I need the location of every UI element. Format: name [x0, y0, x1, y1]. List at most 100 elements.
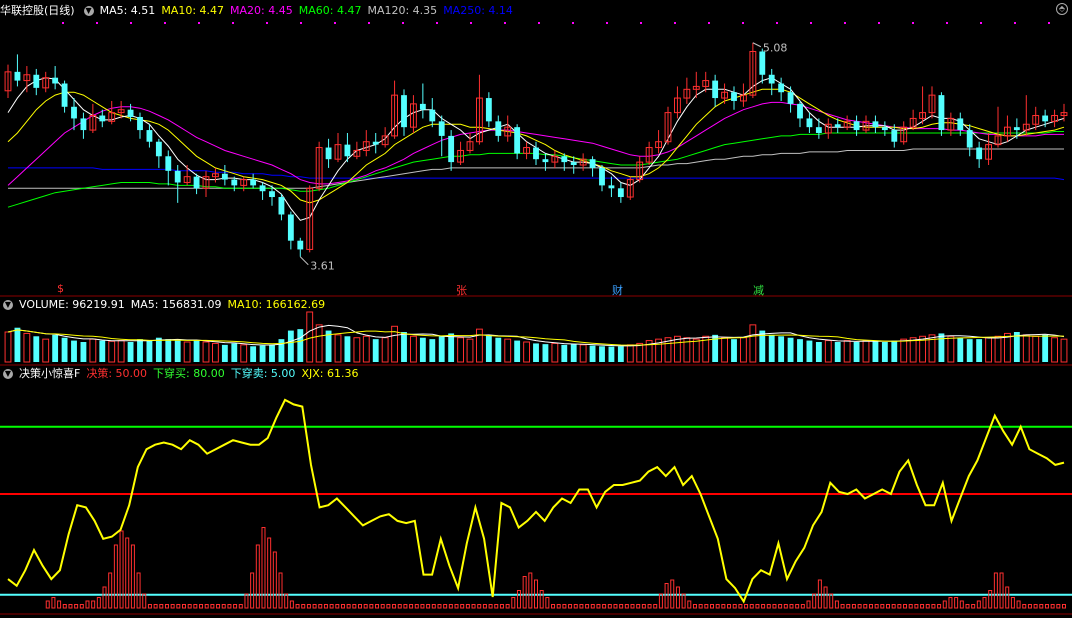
- indicator-bar: [602, 604, 607, 609]
- volume-bar: [768, 334, 775, 362]
- indicator-bar: [74, 604, 79, 609]
- indicator-bar: [414, 604, 419, 609]
- candle-body: [561, 156, 568, 163]
- candle-body: [731, 92, 737, 101]
- ma-label-1: MA10: 4.47: [161, 4, 225, 17]
- indicator-panel-header: ▼ 决策小惊喜F 决策: 50.00 下穿买: 80.00 下穿卖: 5.00 XJX: …: [0, 366, 364, 382]
- indicator-bar: [590, 604, 595, 609]
- indicator-bar: [403, 604, 408, 609]
- indicator-bar: [335, 604, 340, 609]
- indicator-bar: [897, 604, 902, 609]
- volume-bar: [994, 335, 1002, 363]
- indicator-bar: [505, 604, 510, 609]
- indicator-bar: [108, 572, 113, 609]
- indicator-bar: [267, 537, 272, 609]
- volume-bar: [212, 342, 219, 363]
- volume-panel-header: ▼ VOLUME: 96219.91 MA5: 156831.09 MA10: 166…: [0, 297, 331, 313]
- event-tag-dividend[interactable]: $: [57, 282, 64, 295]
- indicator-bar: [738, 604, 743, 609]
- candle-body: [891, 130, 898, 142]
- stock-chart-window: 5.08 3.61 华联控股(日线) ▼ MA5: 4.51 MA10: 4.47 MA2…: [0, 0, 1072, 618]
- volume-bar: [71, 340, 77, 362]
- candle-body: [174, 170, 181, 183]
- candle-body: [372, 141, 379, 145]
- high-pointer: [752, 42, 762, 48]
- maximize-icon[interactable]: ⬘: [1056, 3, 1068, 15]
- indicator-bar: [920, 604, 925, 609]
- indicator-bar: [426, 604, 431, 609]
- indicator-bar: [806, 600, 811, 609]
- volume-bar: [778, 336, 785, 362]
- indicator-bar: [289, 600, 294, 609]
- indicator-bar: [465, 604, 470, 609]
- candle-body: [485, 98, 492, 122]
- settings-icon[interactable]: ▼: [83, 6, 94, 16]
- volume-bar: [127, 342, 134, 362]
- volume-bar: [881, 342, 888, 362]
- indicator-bar: [182, 604, 186, 609]
- indicator-bar: [675, 586, 680, 609]
- indicator-bar: [68, 604, 73, 609]
- event-tag-reduce[interactable]: 减: [753, 282, 764, 298]
- indicator-bar: [857, 604, 862, 609]
- indicator-bar: [1044, 604, 1049, 609]
- volume-bar: [193, 340, 200, 362]
- candle-body: [759, 51, 766, 75]
- volume-settings-icon[interactable]: ▼: [3, 300, 13, 310]
- indicator-bar: [732, 604, 737, 609]
- candle-body: [1042, 115, 1049, 122]
- candle-body: [71, 106, 77, 119]
- indicator-bar: [914, 604, 919, 609]
- indicator-bar: [931, 604, 936, 609]
- indicator-bar: [488, 604, 493, 609]
- indicator-bar: [874, 604, 879, 609]
- volume-bar: [900, 338, 908, 363]
- period-marker: [606, 22, 608, 24]
- indicator-bar: [244, 593, 249, 609]
- ma-label-3: MA60: 4.47: [298, 4, 362, 17]
- indicator-bar: [255, 544, 260, 609]
- volume-bar: [278, 339, 285, 362]
- indicator-bar: [556, 604, 561, 609]
- candle-body: [533, 147, 539, 160]
- event-tag-finance[interactable]: 财: [612, 282, 623, 298]
- indicator-bar: [375, 604, 380, 609]
- volume-bar: [1060, 338, 1068, 363]
- indicator-bar: [1050, 604, 1055, 609]
- volume-bar: [957, 337, 964, 362]
- volume-bar: [250, 346, 257, 362]
- candle-body: [33, 74, 40, 88]
- volume-bar: [617, 346, 624, 362]
- indicator-bar: [954, 597, 959, 609]
- indicator-bar: [903, 604, 908, 609]
- volume-bar: [183, 341, 191, 363]
- candle-body: [589, 159, 596, 168]
- candle-body: [815, 127, 822, 133]
- indicator-bar: [579, 604, 584, 609]
- period-marker: [368, 22, 370, 24]
- candle-body: [617, 188, 624, 198]
- indicator-bar: [380, 604, 385, 609]
- volume-bar: [33, 336, 40, 362]
- indicator-bar: [1033, 604, 1038, 609]
- volume-bar: [362, 335, 370, 363]
- volume-bar: [862, 340, 870, 363]
- indicator-bar: [812, 593, 817, 609]
- volume-bar: [429, 339, 436, 362]
- indicator-bar: [233, 604, 238, 609]
- volume-bar: [80, 342, 87, 362]
- candle-body: [231, 179, 238, 186]
- volume-bar: [561, 344, 568, 362]
- candle-body: [137, 116, 143, 131]
- indicator-bar: [482, 604, 487, 609]
- event-tag-rise[interactable]: 张: [456, 282, 467, 298]
- volume-bar: [843, 340, 851, 363]
- volume-bar: [410, 335, 417, 363]
- volume-bar: [61, 337, 68, 362]
- volume-bar: [542, 344, 549, 362]
- volume-ma10: MA10: 166162.69: [227, 298, 326, 311]
- volume-bar: [853, 342, 860, 362]
- indicator-settings-icon[interactable]: ▼: [3, 369, 13, 379]
- candle-body: [797, 103, 803, 119]
- volume-bar: [334, 334, 342, 363]
